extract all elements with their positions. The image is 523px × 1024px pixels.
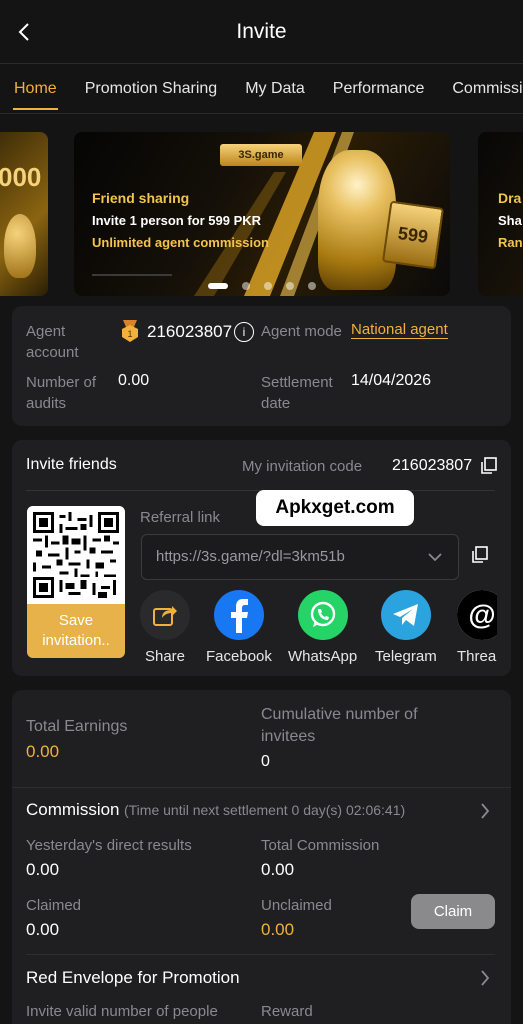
unclaimed-label: Unclaimed bbox=[261, 897, 332, 914]
whatsapp-label: WhatsApp bbox=[288, 648, 358, 665]
save-invitation-button[interactable]: Save invitation.. bbox=[27, 604, 125, 658]
invitation-code-value: 216023807 bbox=[392, 457, 473, 474]
tab-performance[interactable]: Performance bbox=[319, 64, 439, 113]
share-button[interactable]: Share bbox=[140, 590, 190, 665]
price-badge: 599 bbox=[381, 200, 445, 270]
banner-line-2: Invite 1 person for 599 PKR bbox=[92, 213, 262, 228]
banner-prev-text: 000 bbox=[0, 162, 42, 192]
invite-title: Invite friends bbox=[26, 456, 117, 473]
yesterday-label: Yesterday's direct results bbox=[26, 837, 192, 854]
tab-bar: Home Promotion Sharing My Data Performan… bbox=[0, 64, 523, 114]
earnings-panel: Total Earnings 0.00 Cumulative number of… bbox=[12, 690, 511, 1024]
agent-account-value: 216023807 bbox=[147, 322, 233, 341]
facebook-label: Facebook bbox=[206, 648, 272, 665]
back-button[interactable] bbox=[12, 20, 36, 44]
indicator-active[interactable] bbox=[208, 283, 228, 289]
threads-icon: @ bbox=[457, 590, 497, 640]
chevron-left-icon bbox=[18, 23, 29, 41]
agent-info-panel: Agent account 1 216023807 i Agent mode N… bbox=[12, 306, 511, 426]
telegram-icon bbox=[380, 590, 431, 640]
claimed-value: 0.00 bbox=[26, 920, 60, 939]
referral-link-value: https://3s.game/?dl=3km51b bbox=[156, 548, 345, 565]
banner-divider bbox=[92, 274, 172, 276]
indicator-dot[interactable] bbox=[308, 282, 316, 290]
claim-button[interactable]: Claim bbox=[411, 894, 495, 929]
indicator-dot[interactable] bbox=[242, 282, 250, 290]
chevron-right-icon[interactable] bbox=[480, 970, 490, 986]
valid-people-label: Invite valid number of people bbox=[26, 1003, 218, 1020]
divider bbox=[26, 954, 495, 955]
banner-main[interactable]: 3S.game Friend sharing Invite 1 person f… bbox=[74, 132, 450, 296]
divider bbox=[12, 787, 511, 788]
agent-mode-label: Agent mode bbox=[261, 323, 342, 340]
invitees-value: 0 bbox=[261, 753, 270, 770]
threads-label: Threa bbox=[457, 648, 497, 665]
whatsapp-share-button[interactable]: WhatsApp bbox=[288, 590, 357, 665]
watermark: Apkxget.com bbox=[256, 490, 414, 526]
medal-icon: 1 bbox=[120, 320, 140, 342]
whatsapp-icon bbox=[297, 590, 348, 640]
red-envelope-title[interactable]: Red Envelope for Promotion bbox=[26, 968, 240, 988]
total-commission-label: Total Commission bbox=[261, 837, 380, 854]
total-earnings-label: Total Earnings bbox=[26, 718, 128, 735]
banner-prev[interactable]: 000 bbox=[0, 132, 48, 296]
banner-next-line-1: Dra bbox=[498, 190, 522, 206]
info-icon[interactable]: i bbox=[234, 322, 254, 342]
total-earnings-value: 0.00 bbox=[26, 742, 60, 761]
top-bar: Invite bbox=[0, 0, 523, 64]
commission-title: Commission bbox=[26, 800, 120, 819]
banner-carousel[interactable]: 000 3S.game Friend sharing Invite 1 pers… bbox=[0, 124, 523, 304]
page-title: Invite bbox=[236, 19, 287, 43]
total-commission-value: 0.00 bbox=[261, 860, 295, 879]
invitees-label: Cumulative number of invitees bbox=[261, 706, 418, 745]
chevron-right-icon[interactable] bbox=[480, 803, 490, 819]
share-icon bbox=[140, 590, 190, 640]
telegram-label: Telegram bbox=[375, 648, 437, 665]
tab-commission[interactable]: Commission bbox=[438, 64, 523, 113]
threads-share-button[interactable]: @ Threa bbox=[457, 590, 497, 665]
claimed-label: Claimed bbox=[26, 897, 82, 914]
invitation-code-label: My invitation code bbox=[242, 458, 363, 475]
tab-my-data[interactable]: My Data bbox=[231, 64, 319, 113]
indicator-dot[interactable] bbox=[286, 282, 294, 290]
tab-promotion-sharing[interactable]: Promotion Sharing bbox=[71, 64, 232, 113]
referral-link-select[interactable]: https://3s.game/?dl=3km51b bbox=[141, 534, 459, 580]
banner-next-line-2: Sha bbox=[498, 213, 522, 228]
reward-label: Reward bbox=[261, 1003, 313, 1020]
telegram-share-button[interactable]: Telegram bbox=[375, 590, 437, 665]
banner-line-3: Unlimited agent commission bbox=[92, 235, 269, 250]
chevron-down-icon bbox=[428, 553, 442, 562]
agent-mode-value[interactable]: National agent bbox=[351, 321, 448, 339]
banner-next-line-3: Ran bbox=[498, 235, 523, 250]
gold-figure-image bbox=[4, 214, 36, 278]
carousel-indicators bbox=[208, 282, 316, 290]
audits-label: Number of audits bbox=[26, 374, 97, 412]
yesterday-value: 0.00 bbox=[26, 860, 60, 879]
tab-home[interactable]: Home bbox=[0, 64, 71, 113]
settlement-value: 14/04/2026 bbox=[351, 372, 432, 389]
unclaimed-value: 0.00 bbox=[261, 920, 295, 939]
agent-account-label: Agent account bbox=[26, 323, 79, 361]
audits-value: 0.00 bbox=[118, 372, 150, 389]
referral-label: Referral link bbox=[140, 509, 221, 526]
share-label: Share bbox=[144, 648, 186, 665]
commission-header[interactable]: Commission (Time until next settlement 0… bbox=[26, 800, 405, 820]
facebook-share-button[interactable]: Facebook bbox=[206, 590, 272, 665]
brand-logo: 3S.game bbox=[220, 144, 302, 166]
banner-next[interactable]: Dra Sha Ran bbox=[478, 132, 523, 296]
indicator-dot[interactable] bbox=[264, 282, 272, 290]
settlement-label: Settlement date bbox=[261, 374, 333, 412]
facebook-icon bbox=[213, 590, 264, 640]
copy-link-icon[interactable] bbox=[472, 546, 488, 568]
commission-countdown: (Time until next settlement 0 day(s) 02:… bbox=[123, 802, 406, 818]
qr-card[interactable]: Save invitation.. bbox=[27, 506, 125, 658]
qr-code-image bbox=[27, 506, 125, 604]
rabbit-mascot-image bbox=[318, 150, 396, 290]
banner-line-1: Friend sharing bbox=[92, 190, 190, 206]
copy-code-icon[interactable] bbox=[481, 457, 497, 479]
svg-text:1: 1 bbox=[127, 329, 132, 339]
